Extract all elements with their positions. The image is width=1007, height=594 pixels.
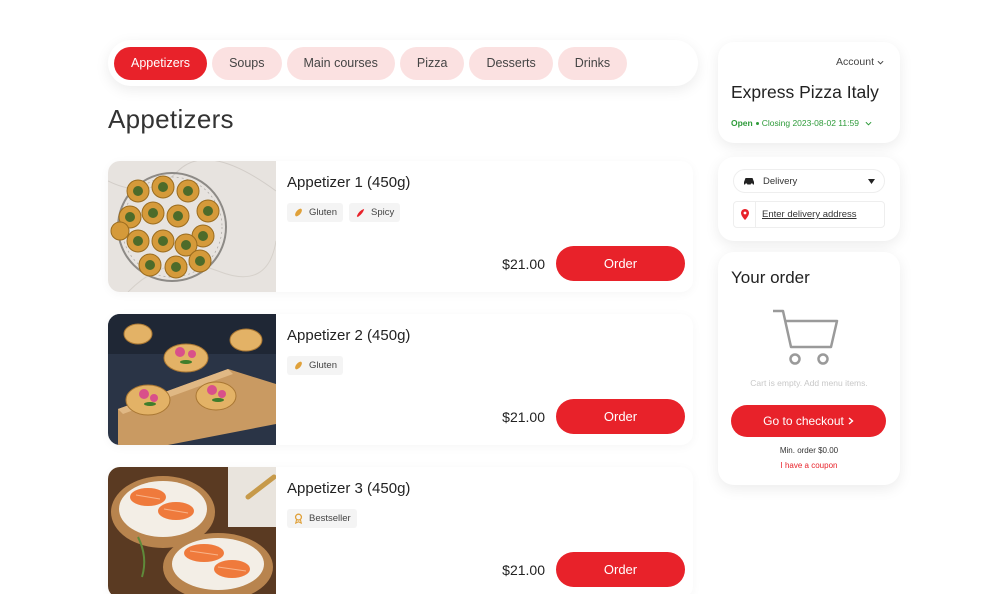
order-button[interactable]: Order xyxy=(556,552,685,587)
tag-spicy: Spicy xyxy=(349,203,401,222)
delivery-mode-label: Delivery xyxy=(763,175,798,187)
menu-item-card: Appetizer 1 (450g) Gluten Spicy $21.00 O… xyxy=(108,161,693,292)
store-name: Express Pizza Italy xyxy=(731,82,879,102)
account-menu[interactable]: Account xyxy=(836,56,884,68)
status-closing: Closing 2023-08-02 11:59 xyxy=(761,118,859,128)
chevron-right-icon xyxy=(848,417,854,425)
tab-main-courses[interactable]: Main courses xyxy=(286,46,395,80)
delivery-panel: Delivery xyxy=(718,157,900,241)
tag-label: Gluten xyxy=(309,360,337,371)
order-button[interactable]: Order xyxy=(556,399,685,434)
chevron-down-icon xyxy=(877,60,884,65)
item-photo xyxy=(108,161,276,292)
item-price: $21.00 xyxy=(502,409,545,425)
tag-bestseller: Bestseller xyxy=(287,509,357,528)
cart-icon xyxy=(771,307,841,372)
delivery-address-input[interactable] xyxy=(762,209,882,220)
address-field xyxy=(733,201,885,228)
store-status[interactable]: Open Closing 2023-08-02 11:59 xyxy=(731,118,872,128)
tab-appetizers[interactable]: Appetizers xyxy=(114,46,208,80)
item-name: Appetizer 2 (450g) xyxy=(287,327,411,344)
item-photo xyxy=(108,467,276,594)
award-icon xyxy=(294,513,303,524)
item-name: Appetizer 1 (450g) xyxy=(287,174,411,191)
status-dot xyxy=(755,121,759,125)
caret-down-icon xyxy=(868,178,875,184)
delivery-mode-select[interactable]: Delivery xyxy=(733,169,885,193)
menu-item-card: Appetizer 2 (450g) Gluten $21.00 Order xyxy=(108,314,693,445)
order-button[interactable]: Order xyxy=(556,246,685,281)
order-panel: Your order Cart is empty. Add menu items… xyxy=(718,252,900,485)
cart-empty-text: Cart is empty. Add menu items. xyxy=(750,378,868,388)
tag-gluten: Gluten xyxy=(287,203,343,222)
item-name: Appetizer 3 (450g) xyxy=(287,480,411,497)
status-open: Open xyxy=(731,118,753,128)
item-price: $21.00 xyxy=(502,256,545,272)
tag-label: Spicy xyxy=(371,207,395,218)
menu-item-card: Appetizer 3 (450g) Bestseller $21.00 Ord… xyxy=(108,467,693,594)
section-title: Appetizers xyxy=(108,104,234,134)
coupon-link[interactable]: I have a coupon xyxy=(718,461,900,470)
category-tabs: Appetizers Soups Main courses Pizza Dess… xyxy=(108,40,698,86)
tab-drinks[interactable]: Drinks xyxy=(557,46,628,80)
account-label: Account xyxy=(836,56,874,68)
checkout-label: Go to checkout xyxy=(763,414,844,428)
wheat-icon xyxy=(295,361,302,370)
item-photo xyxy=(108,314,276,445)
tab-pizza[interactable]: Pizza xyxy=(399,46,465,80)
tab-soups[interactable]: Soups xyxy=(212,46,282,80)
item-tags: Bestseller xyxy=(287,509,357,528)
chevron-down-icon xyxy=(865,121,872,126)
car-icon xyxy=(744,178,754,186)
tab-desserts[interactable]: Desserts xyxy=(469,46,553,80)
wheat-icon xyxy=(295,208,302,217)
chili-icon xyxy=(356,208,365,218)
order-title: Your order xyxy=(731,268,810,287)
min-order-text: Min. order $0.00 xyxy=(779,446,839,455)
location-pin-icon xyxy=(734,202,756,227)
tag-label: Bestseller xyxy=(309,513,351,524)
item-tags: Gluten Spicy xyxy=(287,203,401,222)
store-panel: Account Express Pizza Italy Open Closing… xyxy=(718,42,900,143)
tag-gluten: Gluten xyxy=(287,356,343,375)
item-price: $21.00 xyxy=(502,562,545,578)
tag-label: Gluten xyxy=(309,207,337,218)
checkout-button[interactable]: Go to checkout xyxy=(731,405,886,437)
item-tags: Gluten xyxy=(287,356,343,375)
